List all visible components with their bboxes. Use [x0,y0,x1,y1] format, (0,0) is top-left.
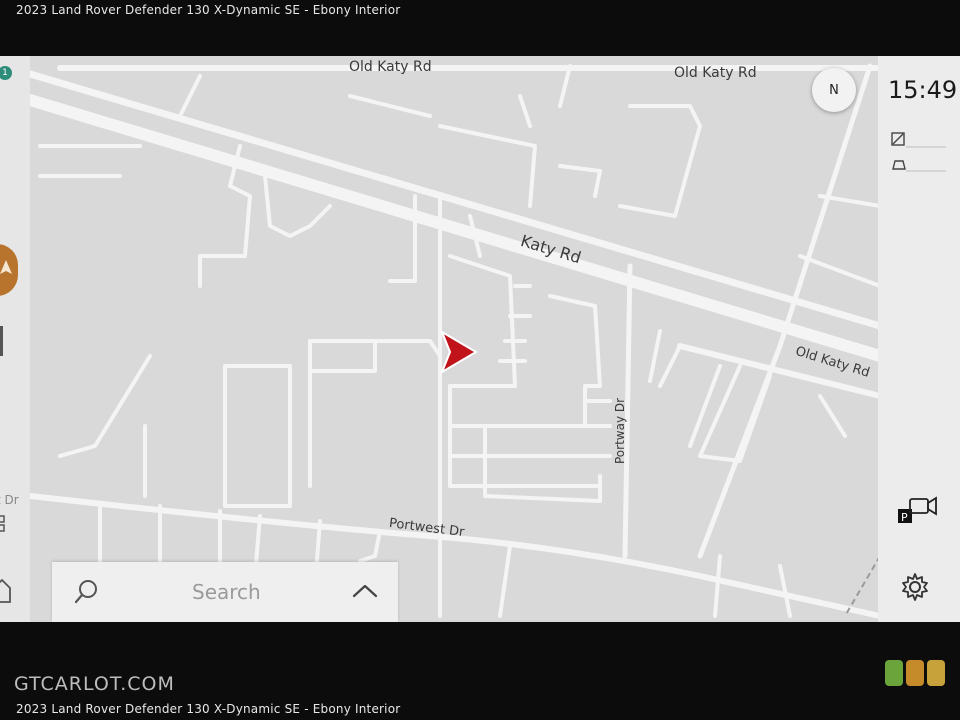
notification-badge[interactable]: 1 [0,66,12,80]
status-light-yellow [927,660,945,686]
road-label: Portway Dr [613,397,627,464]
navigation-screen: Old Katy Rd Old Katy Rd Katy Rd Old Katy… [0,56,960,622]
compass-button[interactable]: N [812,68,856,112]
home-icon[interactable] [0,574,12,604]
road-label: Old Katy Rd [349,59,432,75]
gear-icon[interactable] [900,572,930,602]
parking-camera-icon[interactable]: P [896,493,940,527]
clock: 15:49 [888,76,958,104]
map-view[interactable] [0,56,960,622]
scroll-indicator [0,326,3,356]
chevron-up-icon[interactable] [352,582,378,600]
search-icon[interactable] [74,578,100,606]
compass-label: N [829,82,839,98]
left-sidebar: 1 t Dr [0,56,30,622]
grid-icon[interactable] [0,514,10,534]
search-bar[interactable]: Search [52,562,398,622]
road-label: Old Katy Rd [674,65,757,81]
status-light-amber [906,660,924,686]
navigation-icon [0,260,12,274]
search-input-placeholder[interactable]: Search [192,580,261,604]
status-light-green [885,660,903,686]
photo-caption-top: 2023 Land Rover Defender 130 X-Dynamic S… [16,3,401,17]
photo-caption-bottom: 2023 Land Rover Defender 130 X-Dynamic S… [16,702,401,716]
svg-text:P: P [901,511,908,524]
traffic-status-icons[interactable] [890,131,950,176]
watermark-logo: GTCARLOT.COM [14,673,175,695]
partial-road-label: t Dr [0,493,19,507]
navigation-shortcut-button[interactable] [0,244,18,296]
